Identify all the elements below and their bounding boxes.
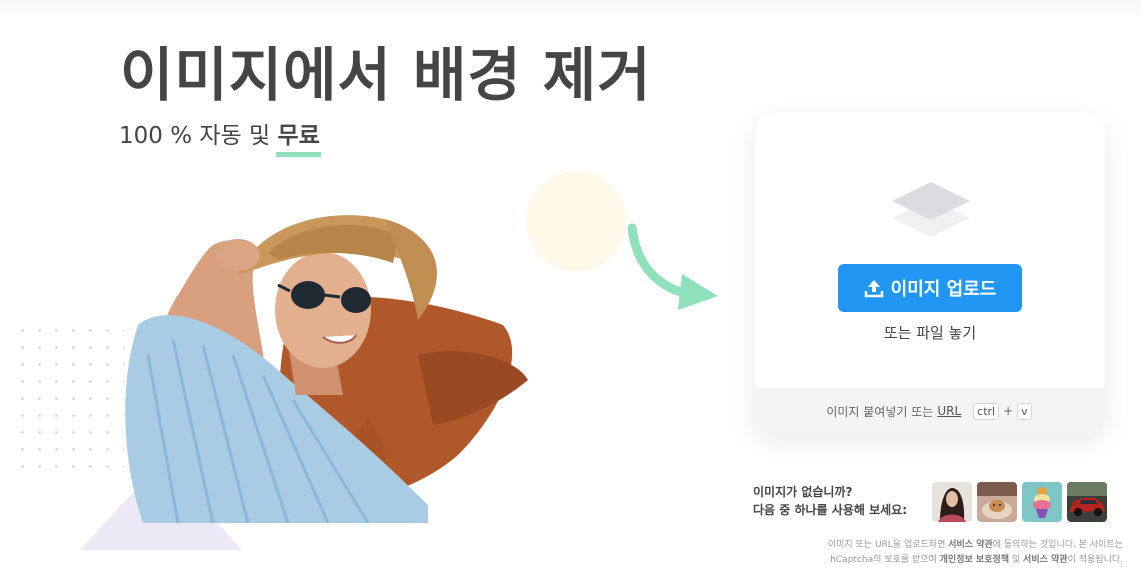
legal-line2: hCaptcha의 보호를 받으며 개인정보 보호정책 및 서비스 약관이 적용… — [740, 553, 1123, 568]
paste-bar: 이미지 붙여넣기 또는 URL ctrl + v — [755, 388, 1105, 434]
legal-text: 및 — [1009, 555, 1024, 565]
arrow-icon — [627, 223, 718, 310]
sample-dog-in-bed[interactable] — [977, 482, 1017, 522]
legal-text: 에 동의하는 것입니다. 본 사이트는 — [992, 540, 1123, 550]
terms-link[interactable]: 서비스 약관 — [948, 540, 993, 550]
sample-woman-portrait[interactable] — [932, 482, 972, 522]
sample-thumbnails — [932, 482, 1107, 522]
header-shadow — [0, 0, 1141, 22]
decorative-dots — [14, 322, 124, 472]
privacy-policy-link[interactable]: 개인정보 보호정책 — [940, 555, 1009, 565]
sample-prompt-line2: 다음 중 하나를 사용해 보세요: — [753, 503, 907, 517]
upload-image-button[interactable]: 이미지 업로드 — [838, 264, 1022, 312]
sample-prompt-line1: 이미지가 없습니까? — [753, 485, 853, 499]
layers-icon — [892, 182, 970, 237]
url-link[interactable]: URL — [937, 404, 961, 418]
sample-ice-cream[interactable] — [1022, 482, 1062, 522]
v-key: v — [1017, 402, 1032, 420]
legal-text: 이미지 또는 URL을 업로드하면 — [827, 540, 949, 550]
legal-notice: 이미지 또는 URL을 업로드하면 서비스 약관에 동의하는 것입니다. 본 사… — [740, 538, 1123, 568]
paste-text: 이미지 붙여넣기 또는 — [826, 404, 934, 419]
plus-sign: + — [1003, 404, 1014, 418]
legal-line1: 이미지 또는 URL을 업로드하면 서비스 약관에 동의하는 것입니다. 본 사… — [740, 538, 1123, 553]
drop-file-text: 또는 파일 놓기 — [883, 324, 977, 342]
hero-subtitle: 100 % 자동 및 무료 — [119, 116, 322, 157]
subtitle-free: 무료 — [276, 116, 322, 157]
upload-button-label: 이미지 업로드 — [890, 279, 997, 300]
sample-prompt: 이미지가 없습니까? 다음 중 하나를 사용해 보세요: — [753, 483, 907, 519]
decorative-circle — [526, 171, 626, 271]
page-title: 이미지에서 배경 제거 — [120, 41, 652, 109]
legal-text: 이 적용됩니다. — [1067, 555, 1123, 565]
upload-icon — [864, 278, 884, 298]
sample-red-car[interactable] — [1067, 482, 1107, 522]
upload-panel[interactable]: 이미지 업로드 또는 파일 놓기 이미지 붙여넣기 또는 URL ctrl + … — [755, 112, 1105, 434]
legal-text: hCaptcha의 보호를 받으며 — [830, 555, 940, 565]
terms-link-2[interactable]: 서비스 약관 — [1023, 555, 1068, 565]
ctrl-key: ctrl — [973, 402, 1000, 420]
subtitle-text: 100 % 자동 및 — [119, 123, 278, 149]
woman-with-hat-image — [125, 215, 528, 523]
